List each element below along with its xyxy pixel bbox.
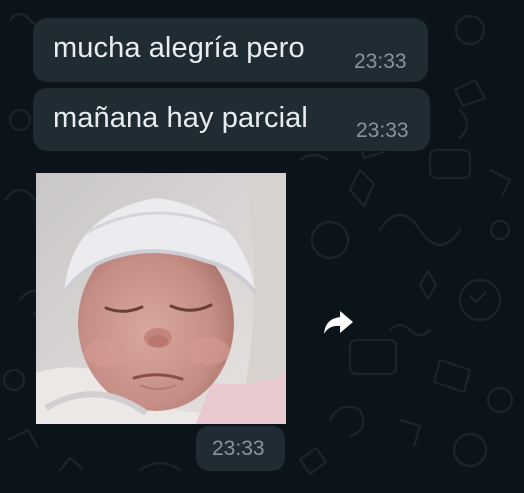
sleepy-baby-sticker[interactable] — [36, 173, 286, 424]
message-timestamp: 23:33 — [356, 119, 409, 142]
sticker-timestamp: 23:33 — [196, 426, 285, 471]
forward-arrow-icon[interactable] — [317, 302, 359, 344]
message-text: mañana hay parcial — [53, 102, 308, 134]
sticker-time-text: 23:33 — [212, 437, 265, 460]
message-bubble[interactable]: mucha alegría pero 23:33 — [33, 18, 428, 82]
forward-arrow-glyph — [324, 311, 353, 334]
baby-image — [36, 173, 286, 424]
message-bubble[interactable]: mañana hay parcial 23:33 — [33, 88, 430, 151]
message-text: mucha alegría pero — [53, 32, 305, 64]
message-timestamp: 23:33 — [354, 50, 407, 73]
